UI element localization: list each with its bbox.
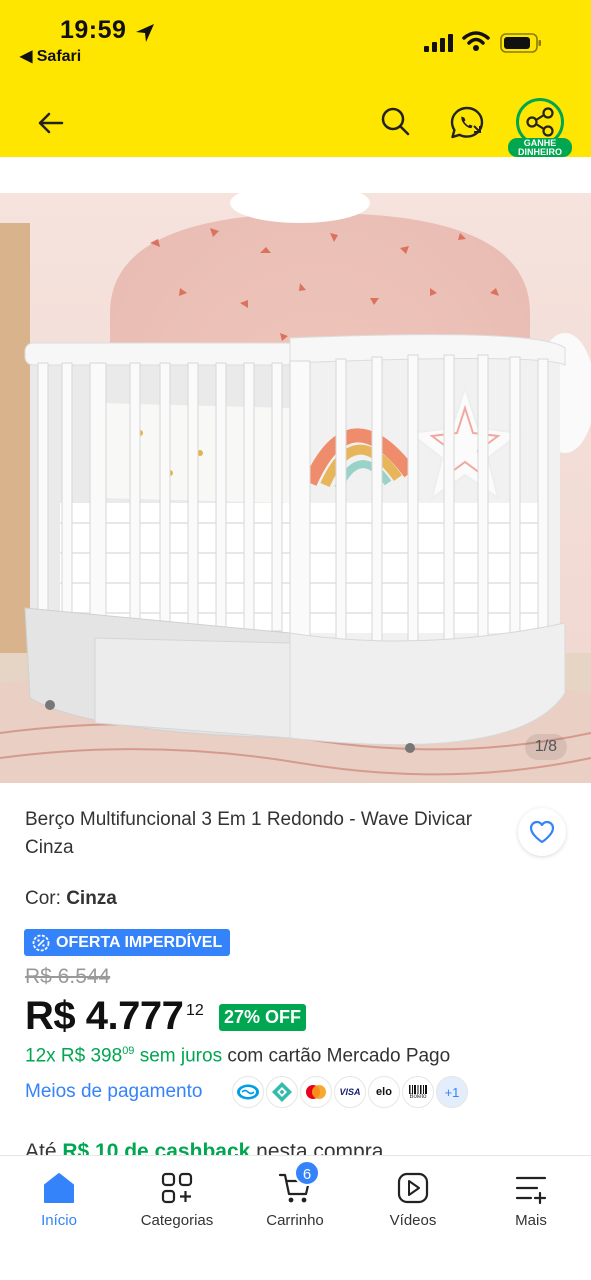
share-icon	[526, 107, 554, 137]
nav-videos-label: Vídeos	[389, 1212, 437, 1229]
nav-carrinho-label: Carrinho	[266, 1212, 324, 1229]
share-earn-button[interactable]: GANHE DINHEIRO	[508, 96, 572, 158]
bottom-navigation: Início Categorias 6 Carrinho Vídeos Mais	[0, 1155, 591, 1280]
current-price-cents: 12	[186, 1002, 204, 1019]
visa-icon: VISA	[334, 1076, 366, 1108]
mastercard-icon	[300, 1076, 332, 1108]
search-icon[interactable]	[378, 104, 412, 138]
cart-count-badge: 6	[294, 1160, 320, 1186]
earn-money-line2: DINHEIRO	[517, 147, 562, 157]
installments-info: 12x R$ 39809 sem juros com cartão Mercad…	[25, 1045, 450, 1067]
nav-mais[interactable]: Mais	[472, 1156, 590, 1246]
favorite-button[interactable]	[518, 808, 566, 856]
offer-badge: OFERTA IMPERDÍVEL	[24, 929, 231, 956]
cellular-signal-icon	[424, 34, 453, 52]
home-icon	[44, 1173, 74, 1203]
status-time: 19:59	[60, 16, 127, 44]
whatsapp-share-icon[interactable]	[448, 104, 486, 142]
discount-tag-icon	[32, 934, 50, 951]
nav-mais-label: Mais	[515, 1212, 547, 1229]
installments-amount: 12x R$ 398	[25, 1045, 123, 1067]
nav-inicio[interactable]: Início	[0, 1156, 118, 1246]
nav-carrinho[interactable]: 6 Carrinho	[236, 1156, 354, 1246]
categories-icon	[161, 1172, 193, 1204]
installments-suffix: com cartão Mercado Pago	[222, 1045, 451, 1067]
back-arrow-icon[interactable]	[34, 106, 68, 140]
product-title: Berço Multifuncional 3 Em 1 Redondo - Wa…	[25, 809, 473, 858]
color-info: Cor: Cinza	[25, 888, 117, 910]
current-price: R$ 4.777	[25, 994, 184, 1038]
installments-interest: sem juros	[134, 1045, 223, 1067]
nav-inicio-label: Início	[41, 1212, 77, 1229]
boleto-label: Boleto	[409, 1093, 427, 1100]
visa-label: VISA	[339, 1087, 361, 1097]
video-play-icon	[397, 1172, 429, 1204]
nav-videos[interactable]: Vídeos	[354, 1156, 472, 1246]
product-image-gallery[interactable]: 1/8	[0, 193, 591, 783]
discount-badge: 27% OFF	[219, 1004, 307, 1031]
image-counter: 1/8	[524, 734, 567, 760]
more-payment-methods: +1	[436, 1076, 468, 1108]
boleto-icon: Boleto	[402, 1076, 434, 1108]
payment-methods-link[interactable]: Meios de pagamento	[25, 1081, 202, 1103]
location-arrow-icon	[136, 24, 154, 42]
nav-categorias[interactable]: Categorias	[118, 1156, 236, 1246]
menu-more-icon	[515, 1176, 547, 1205]
heart-icon	[529, 820, 555, 844]
elo-icon: elo	[368, 1076, 400, 1108]
original-price: R$ 6.544	[25, 965, 111, 988]
top-header: 19:59 ◀ Safari GANHE DINHEIRO	[0, 0, 591, 157]
wifi-icon	[462, 31, 490, 51]
installments-cents: 09	[122, 1045, 135, 1057]
nav-categorias-label: Categorias	[140, 1212, 214, 1229]
payment-icons[interactable]: VISA elo Boleto +1	[232, 1076, 468, 1110]
color-value: Cinza	[66, 888, 117, 909]
color-label: Cor:	[25, 888, 67, 909]
mercado-pago-icon	[232, 1076, 264, 1108]
battery-icon	[500, 33, 541, 53]
product-image	[0, 193, 591, 783]
back-to-safari-link[interactable]: ◀ Safari	[20, 46, 81, 66]
elo-label: elo	[376, 1086, 392, 1098]
pix-icon	[266, 1076, 298, 1108]
offer-badge-text: OFERTA IMPERDÍVEL	[56, 933, 223, 951]
earn-money-badge: GANHE DINHEIRO	[508, 138, 572, 157]
